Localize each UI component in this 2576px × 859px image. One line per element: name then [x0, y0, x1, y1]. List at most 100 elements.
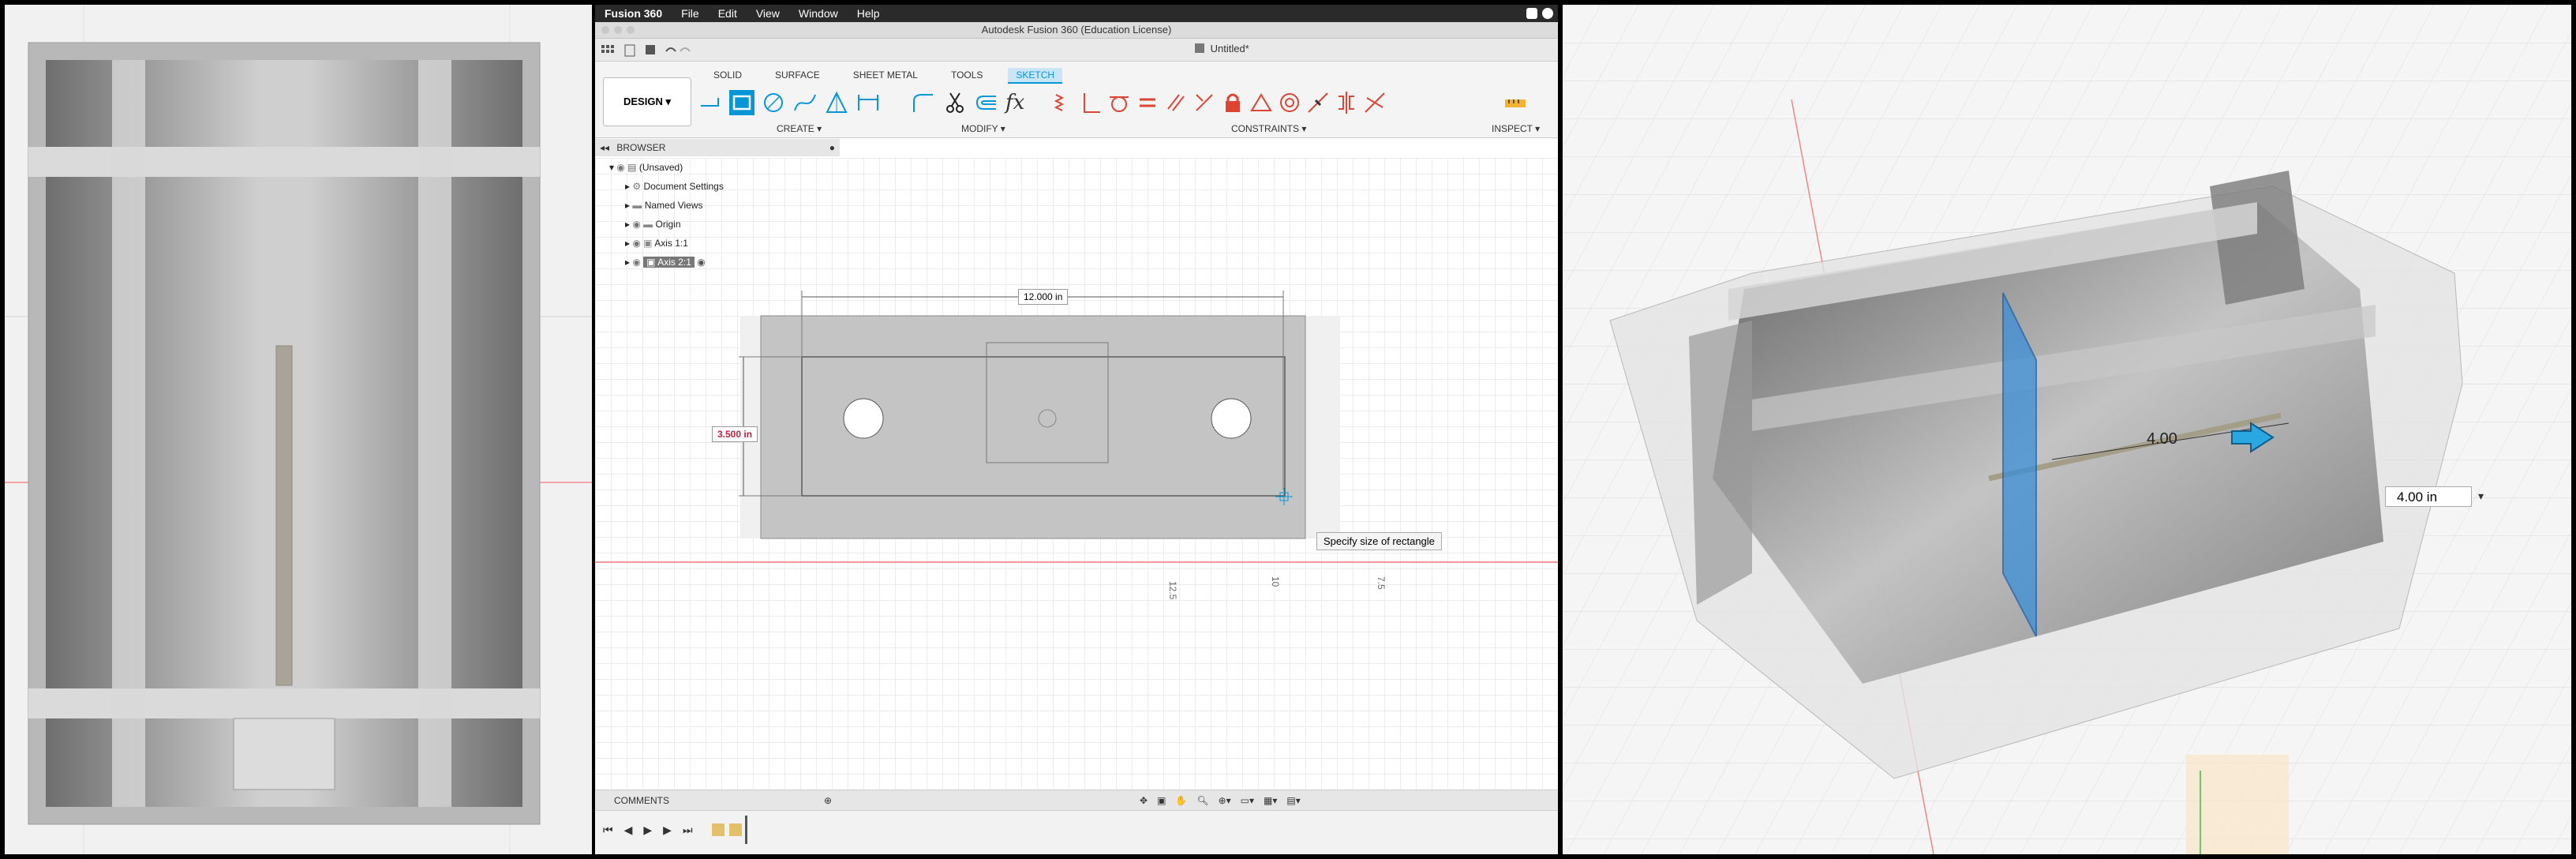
eye-icon: ◉ [632, 219, 644, 230]
browser-item-named-views[interactable]: ▸ ▬ Named Views [625, 197, 703, 213]
symmetry-constraint-icon[interactable] [1334, 90, 1359, 115]
dimension-tool-icon[interactable] [856, 90, 881, 115]
zoom-window-icon[interactable]: ⊕▾ [1219, 790, 1231, 811]
tab-surface[interactable]: SURFACE [767, 68, 828, 84]
collapse-icon[interactable]: ◂◂ [600, 142, 609, 153]
comments-panel-header[interactable]: COMMENTS ⊕ ✥ ▣ ✋ 🔍︎ ⊕▾ ▭▾ ▦▾ ▤▾ [595, 790, 1558, 811]
top-view-panel[interactable] [5, 5, 592, 854]
go-to-end-icon[interactable]: ⏭ [683, 823, 693, 837]
browser-item-unsaved[interactable]: ▾ ◉ ▤ (Unsaved) [609, 159, 683, 175]
menu-edit[interactable]: Edit [709, 5, 747, 22]
window-minimize-button[interactable] [614, 26, 622, 34]
timeline-feature-icon[interactable] [729, 823, 742, 836]
height-dimension-input[interactable]: 3.500 in [712, 426, 758, 442]
parameters-fx-icon[interactable]: fx [1005, 90, 1031, 115]
concentric-constraint-icon[interactable] [1277, 90, 1302, 115]
step-forward-icon[interactable]: ▶ [663, 823, 672, 837]
lock-icon[interactable] [1220, 90, 1245, 115]
document-tab-label: Untitled* [1210, 43, 1249, 54]
expand-icon: ▾ [609, 162, 617, 173]
browser-item-document-settings[interactable]: ▸ ⚙ Document Settings [625, 178, 724, 194]
create-group-label[interactable]: CREATE ▾ [777, 123, 822, 134]
perspective-canvas: 4.00 [1563, 5, 2571, 854]
component-icon: ▣ [646, 257, 658, 268]
triangle-constraint-icon[interactable] [1249, 90, 1274, 115]
constraints-group-label[interactable]: CONSTRAINTS ▾ [1231, 123, 1306, 134]
tab-solid[interactable]: SOLID [706, 68, 750, 84]
expand-icon: ▸ [625, 181, 633, 192]
undo-icon[interactable] [665, 47, 676, 52]
timeline-marker[interactable] [745, 816, 747, 844]
top-view-canvas [5, 5, 592, 854]
zoom-icon[interactable]: 🔍︎ [1196, 790, 1208, 811]
orbit-icon[interactable]: ✥ [1140, 790, 1148, 811]
window-close-button[interactable] [601, 26, 609, 34]
save-icon[interactable] [646, 45, 655, 54]
file-icon[interactable] [624, 44, 635, 57]
triangle-tool-icon[interactable] [824, 90, 849, 115]
equal-constraint-icon[interactable] [1135, 90, 1160, 115]
width-dimension-input[interactable]: 12.000 in [1018, 289, 1069, 305]
offset-tool-icon[interactable] [974, 90, 999, 115]
coincident-constraint-icon[interactable] [1050, 90, 1075, 115]
tab-tools[interactable]: TOOLS [943, 68, 990, 84]
collinear-constraint-icon[interactable] [1192, 90, 1217, 115]
circle-tool-icon[interactable] [761, 90, 786, 115]
document-tab[interactable]: Untitled* [1195, 43, 1249, 54]
distance-value-input[interactable]: 4.00 in [2385, 486, 2472, 507]
line-tool-icon[interactable] [698, 90, 723, 115]
perpendicular-constraint-icon[interactable] [1078, 90, 1103, 115]
look-at-icon[interactable]: ▣ [1157, 790, 1166, 811]
modify-group-label[interactable]: MODIFY ▾ [961, 123, 1005, 134]
pan-hand-icon[interactable]: ✋ [1175, 790, 1187, 811]
add-comment-icon[interactable]: ⊕ [824, 790, 832, 811]
document-icon: ▤ [627, 162, 639, 173]
midpoint-constraint-icon[interactable] [1305, 90, 1331, 115]
timeline-feature-icon[interactable] [712, 823, 724, 836]
redo-icon[interactable] [680, 47, 691, 52]
ribbon-tabs: SOLID SURFACE SHEET METAL TOOLS SKETCH [706, 68, 1080, 84]
viewports-icon[interactable]: ▤▾ [1286, 790, 1300, 811]
chevron-down-icon: ▾ [665, 96, 671, 107]
pin-icon[interactable]: ● [829, 139, 835, 156]
fusion-window: Fusion 360 File Edit View Window Help Au… [595, 5, 1558, 854]
browser-item-origin[interactable]: ▸ ◉ ▬ Origin [625, 216, 681, 232]
menu-view[interactable]: View [747, 5, 789, 22]
display-settings-icon[interactable]: ▭▾ [1241, 790, 1254, 811]
mac-menubar: Fusion 360 File Edit View Window Help [595, 5, 1558, 22]
chevron-down-icon[interactable]: ▾ [2478, 490, 2484, 503]
perspective-view-panel[interactable]: 4.00 4.00 in ▾ [1563, 5, 2571, 854]
step-back-icon[interactable]: ◀ [624, 823, 633, 837]
tab-sketch[interactable]: SKETCH [1008, 68, 1063, 84]
menu-help[interactable]: Help [848, 5, 889, 22]
browser-item-axis-1[interactable]: ▸ ◉ ▣ Axis 1:1 [625, 235, 688, 251]
tab-sheet-metal[interactable]: SHEET METAL [845, 68, 926, 84]
spline-tool-icon[interactable] [792, 90, 818, 115]
expand-icon: ▸ [625, 200, 633, 211]
window-zoom-button[interactable] [627, 26, 635, 34]
sketch-canvas[interactable]: 12.5 10 7.5 12.000 in 3.500 in Specify s… [595, 158, 1558, 790]
app-menu[interactable]: Fusion 360 [595, 5, 672, 22]
grid-settings-icon[interactable]: ▦▾ [1264, 790, 1277, 811]
rectangle-tool-icon[interactable] [729, 90, 754, 115]
browser-header[interactable]: ◂◂ BROWSER ● [595, 139, 840, 156]
measure-tool-icon[interactable] [1503, 90, 1528, 115]
status-icon[interactable] [1542, 8, 1553, 19]
dropbox-icon[interactable] [1526, 8, 1537, 19]
menu-window[interactable]: Window [789, 5, 848, 22]
play-icon[interactable]: ▶ [643, 823, 652, 837]
document-tabstrip: Untitled* [595, 39, 1558, 62]
go-to-start-icon[interactable]: ⏮ [603, 823, 613, 837]
timeline: ⏮ ◀ ▶ ▶ ⏭ [595, 810, 1558, 854]
navigation-bar: ✥ ▣ ✋ 🔍︎ ⊕▾ ▭▾ ▦▾ ▤▾ [1140, 790, 1301, 811]
inspect-group-label[interactable]: INSPECT ▾ [1492, 123, 1540, 134]
grid-menu-icon[interactable] [601, 45, 614, 53]
tangent-constraint-icon[interactable] [1106, 90, 1132, 115]
browser-item-axis-2[interactable]: ▸ ◉ ▣ Axis 2:1 ◉ [625, 254, 706, 270]
menu-file[interactable]: File [672, 5, 709, 22]
trim-scissors-icon[interactable] [942, 90, 968, 115]
workspace-switcher[interactable]: DESIGN ▾ [603, 77, 691, 126]
fillet-tool-icon[interactable] [911, 90, 936, 115]
parallel-constraint-icon[interactable] [1163, 90, 1189, 115]
curvature-constraint-icon[interactable] [1362, 90, 1387, 115]
